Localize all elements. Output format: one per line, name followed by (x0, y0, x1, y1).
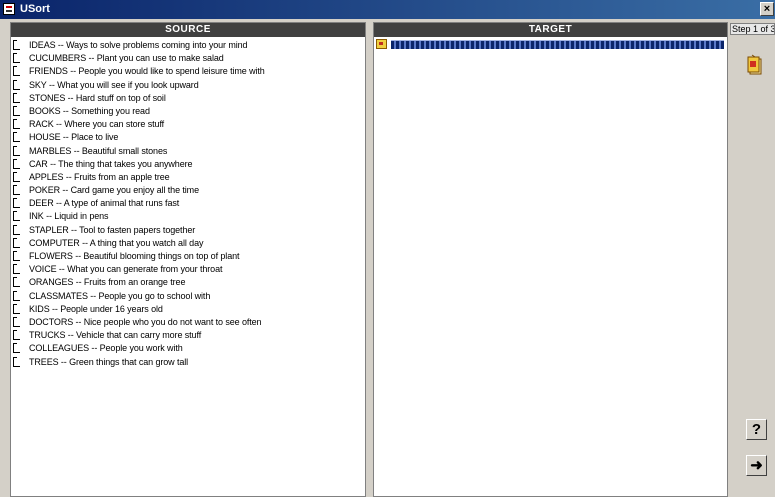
card-label: STAPLER -- Tool to fasten papers togethe… (29, 224, 196, 235)
card-icon (13, 316, 20, 327)
card-icon (13, 158, 20, 169)
card-icon (13, 185, 20, 196)
next-button[interactable]: ➜ (746, 455, 767, 476)
card-icon (13, 224, 20, 235)
card-label: TREES -- Green things that can grow tall (29, 356, 189, 367)
card-label: KIDS -- People under 16 years old (29, 303, 163, 314)
source-card[interactable]: CUCUMBERS -- Plant you can use to make s… (11, 52, 365, 65)
card-label: SKY -- What you will see if you look upw… (29, 79, 199, 90)
source-card[interactable]: TRUCKS -- Vehicle that can carry more st… (11, 329, 365, 342)
card-label: HOUSE -- Place to live (29, 132, 119, 143)
source-card[interactable]: DEER -- A type of animal that runs fast (11, 197, 365, 210)
card-icon (13, 66, 20, 77)
card-icon (13, 92, 20, 103)
help-button[interactable]: ? (746, 419, 767, 440)
source-panel: SOURCE IDEAS -- Ways to solve problems c… (10, 22, 366, 497)
source-card[interactable]: APPLES -- Fruits from an apple tree (11, 171, 365, 184)
card-label: COMPUTER -- A thing that you watch all d… (29, 237, 204, 248)
source-card[interactable]: IDEAS -- Ways to solve problems coming i… (11, 39, 365, 52)
card-icon (13, 277, 20, 288)
card-icon (13, 303, 20, 314)
close-button[interactable]: × (760, 2, 774, 16)
source-card[interactable]: COLLEAGUES -- People you work with (11, 342, 365, 355)
card-icon (13, 290, 20, 301)
target-panel[interactable]: TARGET (373, 22, 728, 497)
source-card[interactable]: CAR -- The thing that takes you anywhere (11, 158, 365, 171)
card-label: APPLES -- Fruits from an apple tree (29, 171, 170, 182)
card-label: STONES -- Hard stuff on top of soil (29, 92, 166, 103)
card-icon (13, 251, 20, 261)
card-icon (13, 198, 20, 209)
source-card[interactable]: ORANGES -- Fruits from an orange tree (11, 276, 365, 289)
window-title: USort (20, 3, 50, 15)
source-card[interactable]: KIDS -- People under 16 years old (11, 303, 365, 316)
card-icon (13, 171, 20, 182)
card-label: CLASSMATES -- People you go to school wi… (29, 290, 211, 301)
card-icon (13, 356, 20, 367)
card-label: VOICE -- What you can generate from your… (29, 264, 223, 275)
source-card[interactable]: POKER -- Card game you enjoy all the tim… (11, 184, 365, 197)
card-icon (13, 237, 20, 248)
card-label: COLLEAGUES -- People you work with (29, 343, 183, 354)
card-label: ORANGES -- Fruits from an orange tree (29, 277, 186, 288)
card-icon (13, 330, 20, 341)
card-icon (13, 264, 20, 275)
source-card[interactable]: SKY -- What you will see if you look upw… (11, 79, 365, 92)
card-label: BOOKS -- Something you read (29, 105, 150, 116)
card-label: RACK -- Where you can store stuff (29, 119, 165, 130)
source-card[interactable]: HOUSE -- Place to live (11, 131, 365, 144)
card-icon (13, 53, 20, 64)
source-card[interactable]: CLASSMATES -- People you go to school wi… (11, 290, 365, 303)
card-label: CAR -- The thing that takes you anywhere (29, 158, 193, 169)
source-card[interactable]: VOICE -- What you can generate from your… (11, 263, 365, 276)
card-icon (13, 119, 20, 130)
card-label: FRIENDS -- People you would like to spen… (29, 66, 265, 77)
card-icon (13, 145, 20, 156)
card-icon (13, 105, 20, 116)
step-indicator: Step 1 of 3 (730, 23, 775, 35)
source-card[interactable]: FRIENDS -- People you would like to spen… (11, 65, 365, 78)
source-card[interactable]: INK -- Liquid in pens (11, 210, 365, 223)
arrow-right-icon: ➜ (750, 457, 763, 474)
card-icon (13, 79, 20, 90)
card-label: INK -- Liquid in pens (29, 211, 109, 222)
target-header: TARGET (374, 23, 727, 37)
app-icon (3, 3, 15, 15)
source-card[interactable]: MARBLES -- Beautiful small stones (11, 145, 365, 158)
card-label: MARBLES -- Beautiful small stones (29, 145, 168, 156)
target-group[interactable] (376, 39, 726, 49)
group-name-field[interactable] (391, 40, 724, 49)
source-card[interactable]: DOCTORS -- Nice people who you do not wa… (11, 316, 365, 329)
card-icon (13, 211, 20, 222)
card-label: IDEAS -- Ways to solve problems coming i… (29, 40, 248, 50)
source-card[interactable]: STONES -- Hard stuff on top of soil (11, 92, 365, 105)
card-label: DOCTORS -- Nice people who you do not wa… (29, 316, 262, 327)
card-label: TRUCKS -- Vehicle that can carry more st… (29, 330, 202, 341)
source-card[interactable]: RACK -- Where you can store stuff (11, 118, 365, 131)
source-card[interactable]: COMPUTER -- A thing that you watch all d… (11, 237, 365, 250)
source-card[interactable]: BOOKS -- Something you read (11, 105, 365, 118)
card-icon (13, 343, 20, 354)
card-label: CUCUMBERS -- Plant you can use to make s… (29, 53, 224, 64)
card-icon (13, 132, 20, 143)
title-bar: USort × (0, 0, 775, 19)
card-label: DEER -- A type of animal that runs fast (29, 198, 180, 209)
source-header: SOURCE (11, 23, 365, 37)
card-pile-icon[interactable] (747, 54, 765, 76)
card-icon (13, 40, 20, 50)
source-list: IDEAS -- Ways to solve problems coming i… (11, 37, 365, 369)
card-label: FLOWERS -- Beautiful blooming things on … (29, 251, 240, 261)
source-card[interactable]: FLOWERS -- Beautiful blooming things on … (11, 250, 365, 263)
source-card[interactable]: STAPLER -- Tool to fasten papers togethe… (11, 224, 365, 237)
card-label: POKER -- Card game you enjoy all the tim… (29, 185, 199, 196)
group-icon[interactable] (376, 39, 387, 49)
source-card[interactable]: TREES -- Green things that can grow tall (11, 356, 365, 369)
